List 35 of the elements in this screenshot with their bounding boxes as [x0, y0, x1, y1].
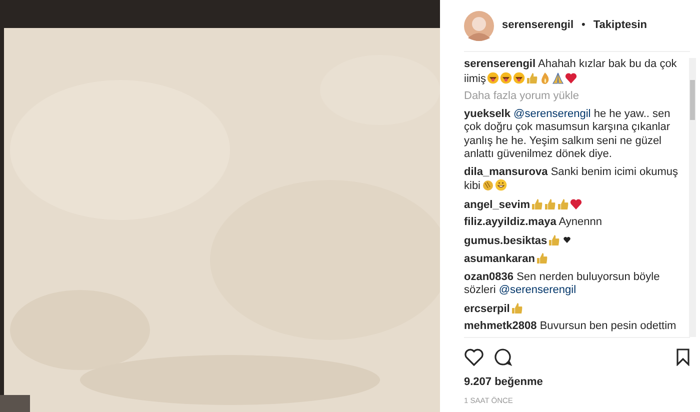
thumbs-up-icon — [526, 72, 538, 84]
comment: serenserengil Ahahah kızlar bak bu da çok iimiş — [464, 58, 678, 86]
comment-icon[interactable] — [494, 348, 512, 366]
comment: asumankaran — [464, 252, 689, 266]
thumbs-up-icon — [536, 252, 548, 264]
comment: dila_mansurova Sanki benim icimi okumuş kibi — [464, 166, 679, 194]
username[interactable]: serenserengil — [502, 17, 574, 34]
bookmark-icon[interactable] — [676, 348, 690, 366]
mention-link[interactable]: @serenserengil — [514, 108, 591, 120]
follow-status: Takiptesin — [593, 18, 647, 34]
thumbs-up-icon — [531, 198, 544, 210]
scrollbar[interactable] — [689, 58, 696, 338]
comment: filiz.ayyildiz.maya Aynennn — [464, 216, 604, 230]
thumbs-up-icon — [557, 198, 570, 210]
comment: yuekselk @serenserengil he he yaw.. sen çok doğru çok masumsun karşına çıkanlar yanlış he he. Yeşim salkım seni ne güzel anlattı güvenilmez dönek diye. — [464, 108, 672, 162]
heart-icon — [565, 72, 577, 84]
laughing-face-icon — [487, 72, 499, 84]
thumbs-up-icon — [510, 302, 523, 314]
heart-icon — [570, 198, 582, 210]
laughing-face-icon — [500, 72, 512, 84]
separator: • — [582, 18, 586, 34]
comment: ercserpil — [464, 302, 689, 316]
thumbs-up-icon — [548, 234, 560, 246]
thumbs-up-icon — [544, 198, 556, 210]
comment: angel_sevim — [464, 198, 689, 212]
flame-icon — [539, 72, 551, 84]
like-count: 9.207 beğenme — [464, 375, 544, 390]
comment: ozan0836 Sen nerden buluyorsun böyle sözleri @serenserengil — [464, 270, 661, 298]
mention-link[interactable]: @serenserengil — [498, 284, 576, 296]
comment: gumus.besiktas — [464, 234, 689, 248]
heart-icon[interactable] — [464, 348, 484, 366]
grinning-face-icon — [494, 179, 507, 191]
laughing-face-icon — [513, 72, 525, 84]
avatar[interactable] — [464, 10, 494, 40]
comment: mehmetk2808 Buvursun ben pesin odettim — [464, 320, 678, 334]
